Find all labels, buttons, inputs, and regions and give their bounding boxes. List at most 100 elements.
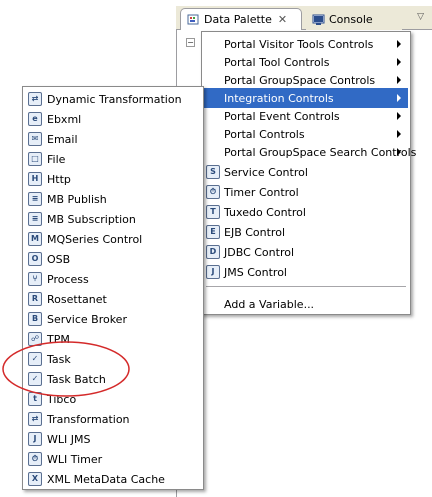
menu-item-portal-controls[interactable]: Portal Controls [204,124,408,144]
close-icon[interactable]: ✕ [278,13,287,26]
menu-item-label: Ebxml [47,112,82,126]
menu-item-http[interactable]: H Http [25,169,201,189]
menu-item-ebxml[interactable]: e Ebxml [25,109,201,129]
menu-item-label: Dynamic Transformation [47,92,182,106]
menu-item-jms-control[interactable]: J JMS Control [204,262,408,282]
menu-item-label: Http [47,172,71,186]
menu-item-label: Tibco [47,392,77,406]
menu-item-label: Email [47,132,78,146]
menu-item-add-a-variable[interactable]: Add a Variable... [204,294,408,314]
jms-control-icon: J [206,265,220,279]
menu-item-osb[interactable]: O OSB [25,249,201,269]
tab-console[interactable]: Console [306,8,402,30]
tpm-icon: ☍ [28,332,42,346]
file-icon: □ [28,152,42,166]
menu-item-email[interactable]: ✉ Email [25,129,201,149]
menu-item-label: XML MetaData Cache [47,472,165,486]
timer-control-icon: ⏱ [206,185,220,199]
task-batch-icon: ✓ [28,372,42,386]
menu-item-mqseries-control[interactable]: M MQSeries Control [25,229,201,249]
menu-item-label: Process [47,272,89,286]
osb-icon: O [28,252,42,266]
menu-item-label: File [47,152,66,166]
menu-item-rosettanet[interactable]: R Rosettanet [25,289,201,309]
menu-item-task[interactable]: ✓ Task [25,349,201,369]
submenu-arrow-icon [397,94,401,102]
menu-item-label: MQSeries Control [47,232,143,246]
menu-item-integration-controls[interactable]: Integration Controls [204,88,408,108]
menu-item-label: Portal Visitor Tools Controls [224,37,374,51]
menu-item-label: Portal Event Controls [224,109,340,123]
menu-item-label: Portal Controls [224,127,305,141]
menu-item-tuxedo-control[interactable]: T Tuxedo Control [204,202,408,222]
dynamic-transformation-icon: ⇄ [28,92,42,106]
menu-item-label: WLI Timer [47,452,103,466]
mb-publish-icon: ≡ [28,192,42,206]
menu-item-dynamic-transformation[interactable]: ⇄ Dynamic Transformation [25,89,201,109]
menu-item-portal-event-controls[interactable]: Portal Event Controls [204,106,408,126]
menu-item-mb-publish[interactable]: ≡ MB Publish [25,189,201,209]
menu-item-label: Tuxedo Control [224,205,306,219]
mb-subscription-icon: ≡ [28,212,42,226]
menu-item-file[interactable]: □ File [25,149,201,169]
menu-item-label: OSB [47,252,71,266]
menu-item-mb-subscription[interactable]: ≡ MB Subscription [25,209,201,229]
menu-item-label: Transformation [47,412,130,426]
menu-item-service-broker[interactable]: B Service Broker [25,309,201,329]
menu-item-xml-metadata-cache[interactable]: X XML MetaData Cache [25,469,201,489]
menu-item-label: Portal GroupSpace Search Controls [224,145,417,159]
menu-item-wli-timer[interactable]: ⏱ WLI Timer [25,449,201,469]
tibco-icon: t [28,392,42,406]
menu-item-label: Portal Tool Controls [224,55,330,69]
menu-item-process[interactable]: ⑂ Process [25,269,201,289]
ejb-control-icon: E [206,225,220,239]
submenu-arrow-icon [397,40,401,48]
menu-item-portal-groupspace-controls[interactable]: Portal GroupSpace Controls [204,70,408,90]
menu-item-timer-control[interactable]: ⏱ Timer Control [204,182,408,202]
email-icon: ✉ [28,132,42,146]
integration-controls-submenu: ⇄ Dynamic Transformation e Ebxml ✉ Email □ File… [22,86,204,490]
submenu-arrow-icon [397,58,401,66]
menu-item-label: JDBC Control [224,245,295,259]
menu-item-portal-tool-controls[interactable]: Portal Tool Controls [204,52,408,72]
view-menu-icon[interactable]: ▽ [417,12,424,22]
rosettanet-icon: R [28,292,42,306]
xml-metadata-cache-icon: X [28,472,42,486]
service-broker-icon: B [28,312,42,326]
task-icon: ✓ [28,352,42,366]
collapse-toggle-icon[interactable]: − [186,38,195,47]
menu-item-label: Rosettanet [47,292,107,306]
menu-item-label: Task [47,352,71,366]
menu-item-portal-groupspace-search-controls[interactable]: Portal GroupSpace Search Controls [204,142,416,162]
menu-item-task-batch[interactable]: ✓ Task Batch [25,369,201,389]
wli-jms-icon: J [28,432,42,446]
menu-item-ejb-control[interactable]: E EJB Control [204,222,408,242]
menu-item-transformation[interactable]: ⇄ Transformation [25,409,201,429]
service-control-icon: S [206,165,220,179]
http-icon: H [28,172,42,186]
menu-item-label: TPM [47,332,70,346]
menu-item-label: WLI JMS [47,432,91,446]
tab-data-palette[interactable]: Data Palette ✕ [180,8,302,30]
menu-item-label: Service Broker [47,312,127,326]
menu-separator [206,286,406,287]
tab-label: Data Palette [204,13,272,26]
console-icon [312,14,325,25]
menu-item-portal-visitor-tools-controls[interactable]: Portal Visitor Tools Controls [204,34,408,54]
submenu-arrow-icon [397,148,401,156]
view-tab-bar: Data Palette ✕ Console ▽ [176,6,432,30]
menu-item-label: EJB Control [224,225,285,239]
submenu-arrow-icon [397,130,401,138]
menu-item-label: Timer Control [224,185,299,199]
menu-item-tibco[interactable]: t Tibco [25,389,201,409]
menu-item-service-control[interactable]: S Service Control [204,162,408,182]
submenu-arrow-icon [397,112,401,120]
wli-timer-icon: ⏱ [28,452,42,466]
menu-item-tpm[interactable]: ☍ TPM [25,329,201,349]
menu-item-wli-jms[interactable]: J WLI JMS [25,429,201,449]
menu-item-label: MB Subscription [47,212,136,226]
menu-item-label: Add a Variable... [224,297,315,311]
menu-item-label: Service Control [224,165,308,179]
menu-item-jdbc-control[interactable]: D JDBC Control [204,242,408,262]
tuxedo-control-icon: T [206,205,220,219]
